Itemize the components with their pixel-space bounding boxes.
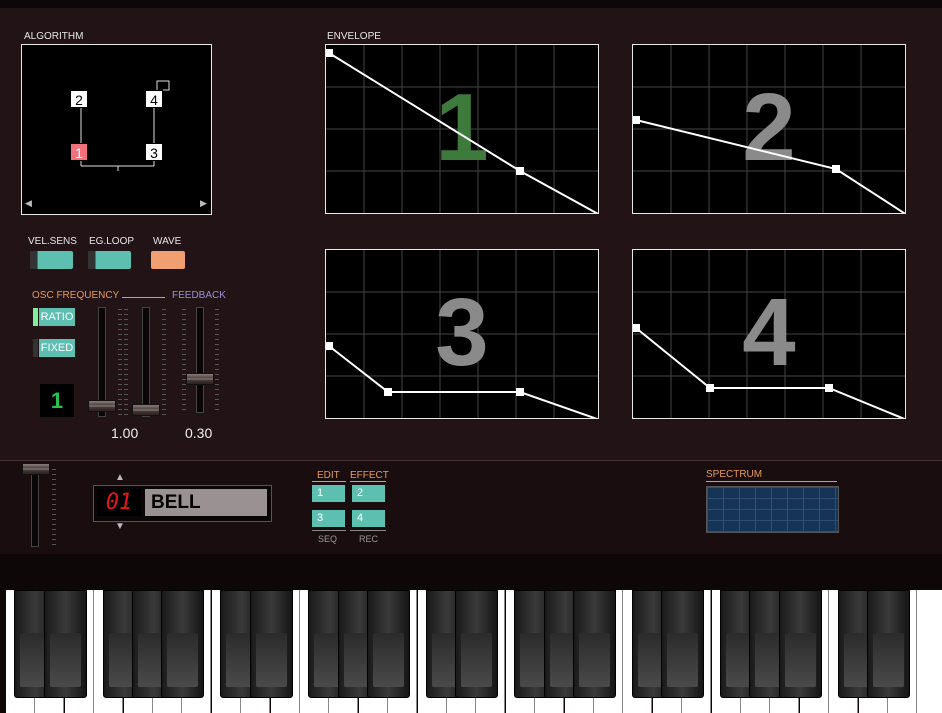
envelope-curve-2 <box>633 116 905 213</box>
envelope-point[interactable] <box>825 384 833 392</box>
frequency-value: 1.00 <box>111 425 139 441</box>
envelope-point[interactable] <box>326 49 333 57</box>
fader-ticks <box>182 309 186 411</box>
volume-fader-track[interactable] <box>31 467 39 547</box>
vel-sens-toggle[interactable] <box>30 251 73 269</box>
fine-fader-track[interactable] <box>142 307 150 417</box>
black-key[interactable] <box>250 590 293 698</box>
vel-sens-label: VEL.SENS <box>28 236 77 247</box>
fader-ticks <box>52 469 56 545</box>
preset-down-icon[interactable]: ▼ <box>115 521 125 532</box>
rec-overline <box>350 530 386 531</box>
fader-ticks <box>162 309 166 415</box>
envelope-curve-1 <box>326 49 598 213</box>
algorithm-operator-2[interactable]: 2 <box>70 90 88 108</box>
preset-name: BELL <box>145 489 267 516</box>
algorithm-label: ALGORITHM <box>24 31 84 42</box>
preset-up-icon[interactable]: ▲ <box>115 472 125 483</box>
rec-label: REC <box>359 534 379 544</box>
effect-label: EFFECT <box>350 470 389 481</box>
osc-frequency-label: OSC FREQUENCY <box>32 290 120 301</box>
envelope-point[interactable] <box>832 165 840 173</box>
black-key[interactable] <box>367 590 410 698</box>
envelope-panel-4[interactable]: 4 <box>632 249 906 419</box>
black-key[interactable] <box>661 590 704 698</box>
black-key[interactable] <box>44 590 87 698</box>
black-key[interactable] <box>161 590 204 698</box>
algorithm-operator-4[interactable]: 4 <box>145 90 163 108</box>
spectrum-label: SPECTRUM <box>706 469 763 480</box>
envelope-label: ENVELOPE <box>327 31 381 42</box>
fixed-button[interactable]: FIXED <box>39 339 75 357</box>
edit-label: EDIT <box>317 470 340 481</box>
algorithm-operator-3[interactable]: 3 <box>145 143 163 161</box>
fixed-led <box>33 339 38 357</box>
feedback-value: 0.30 <box>185 425 213 441</box>
spectrum-display <box>706 486 839 533</box>
preset-number: 01 <box>97 489 141 516</box>
operator-display: 1 <box>40 384 74 417</box>
envelope-point[interactable] <box>384 388 392 396</box>
eg-loop-toggle[interactable] <box>88 251 131 269</box>
top-bar <box>0 0 942 8</box>
feedback-fader-handle[interactable] <box>186 373 214 385</box>
fader-ticks <box>118 309 122 415</box>
effect-underline <box>350 481 386 482</box>
edit-underline <box>312 481 346 482</box>
algorithm-prev-icon[interactable]: ◀ <box>25 198 32 209</box>
mode-button-2[interactable]: 2 <box>352 485 385 502</box>
algorithm-operator-1[interactable]: 1 <box>70 143 88 161</box>
envelope-panel-3[interactable]: 3 <box>325 249 599 419</box>
feedback-fader-track[interactable] <box>196 307 204 413</box>
preset-display[interactable]: 01 BELL <box>93 485 272 522</box>
envelope-point[interactable] <box>706 384 714 392</box>
envelope-point[interactable] <box>516 167 524 175</box>
algorithm-display[interactable]: 2 4 1 3 ◀ ▶ <box>21 44 212 215</box>
coarse-fader-handle[interactable] <box>88 400 116 412</box>
algorithm-next-icon[interactable]: ▶ <box>200 198 207 209</box>
envelope-panel-1[interactable]: 1 <box>325 44 599 214</box>
wave-label: WAVE <box>153 236 182 247</box>
mode-button-1[interactable]: 1 <box>312 485 345 502</box>
black-key[interactable] <box>779 590 822 698</box>
ratio-button[interactable]: RATIO <box>39 308 75 326</box>
black-key[interactable] <box>573 590 616 698</box>
wave-button[interactable] <box>151 251 185 269</box>
fader-ticks <box>215 309 219 411</box>
mode-button-4[interactable]: 4 <box>352 510 385 527</box>
white-key[interactable] <box>917 590 942 713</box>
toggle-knob <box>30 251 38 269</box>
black-key[interactable] <box>455 590 498 698</box>
envelope-point[interactable] <box>516 388 524 396</box>
fine-fader-handle[interactable] <box>132 404 160 416</box>
seq-label: SEQ <box>318 534 338 544</box>
seq-overline <box>312 530 346 531</box>
eg-loop-label: EG.LOOP <box>89 236 135 247</box>
black-key[interactable] <box>867 590 910 698</box>
feedback-label: FEEDBACK <box>172 290 226 301</box>
fader-ticks <box>124 309 128 415</box>
envelope-panel-2[interactable]: 2 <box>632 44 906 214</box>
volume-fader-handle[interactable] <box>22 463 50 475</box>
algorithm-connections <box>80 80 170 171</box>
osc-frequency-underline <box>122 297 165 298</box>
envelope-point[interactable] <box>633 324 640 332</box>
mode-button-3[interactable]: 3 <box>312 510 345 527</box>
envelope-point[interactable] <box>633 116 640 124</box>
ratio-led <box>33 308 38 326</box>
toggle-knob <box>88 251 96 269</box>
envelope-curve-4 <box>633 324 905 418</box>
envelope-curve-3 <box>326 342 598 418</box>
spectrum-underline <box>706 481 837 482</box>
envelope-point[interactable] <box>326 342 333 350</box>
